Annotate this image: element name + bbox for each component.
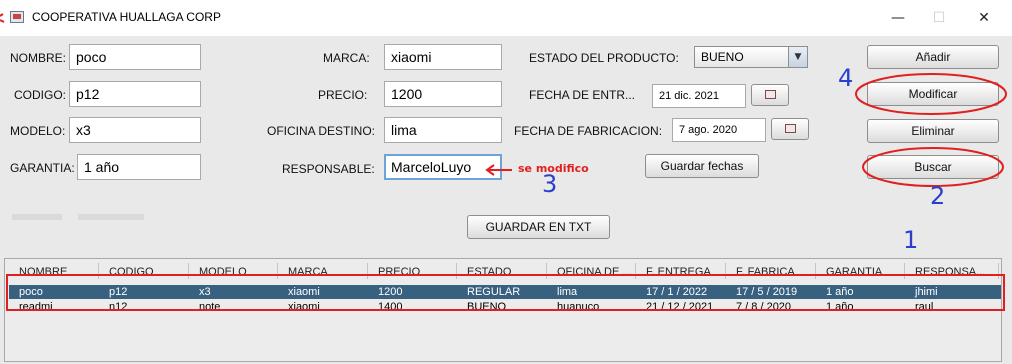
- minimize-icon[interactable]: —: [876, 6, 920, 30]
- table-cell: 17 / 5 / 2019: [736, 286, 798, 298]
- calendar-icon: [765, 90, 776, 99]
- annotation-number-3: 3: [542, 170, 558, 198]
- annotation-number-4: 4: [838, 64, 854, 92]
- oficina-destino-field[interactable]: lima: [384, 117, 502, 143]
- oficina-destino-label: OFICINA DESTINO:: [267, 124, 376, 138]
- estado-label: ESTADO DEL PRODUCTO:: [529, 51, 679, 65]
- fecha-fabricacion-field[interactable]: 7 ago. 2020: [672, 118, 766, 142]
- title-bar: COOPERATIVA HUALLAGA CORP — ☐ ✕: [0, 0, 1012, 36]
- marca-field[interactable]: xiaomi: [384, 44, 502, 70]
- app-window: COOPERATIVA HUALLAGA CORP — ☐ ✕ NOMBRE: …: [0, 0, 1012, 364]
- modificar-button[interactable]: Modificar: [867, 82, 999, 106]
- table-cell: 1 año: [826, 286, 854, 298]
- app-icon: [10, 11, 24, 23]
- nombre-label: NOMBRE:: [10, 51, 67, 65]
- buscar-button[interactable]: Buscar: [867, 155, 999, 179]
- table-cell: huanuco: [557, 301, 600, 313]
- fecha-fabricacion-calendar-button[interactable]: [771, 118, 809, 140]
- guardar-fechas-button[interactable]: Guardar fechas: [645, 154, 759, 178]
- guardar-txt-button[interactable]: GUARDAR EN TXT: [467, 215, 610, 239]
- maximize-icon: ☐: [932, 10, 946, 26]
- responsable-label: RESPONSABLE:: [282, 162, 375, 176]
- table-cell: jhimi: [915, 286, 938, 298]
- nombre-field[interactable]: poco: [69, 44, 201, 70]
- annotation-number-2: 2: [930, 182, 946, 210]
- product-table[interactable]: NOMBRE CODIGO MODELO MARCA PRECIO ESTADO…: [4, 258, 1002, 362]
- table-row[interactable]: poco p12 x3 xiaomi 1200 REGULAR lima 17 …: [9, 285, 1001, 299]
- annotation-number-1: 1: [903, 226, 919, 254]
- anadir-button[interactable]: Añadir: [867, 45, 999, 69]
- table-cell: BUENO: [467, 301, 507, 313]
- table-cell: readmi: [19, 301, 53, 313]
- fecha-fabricacion-label: FECHA DE FABRICACION:: [514, 124, 663, 138]
- garantia-field[interactable]: 1 año: [77, 154, 201, 180]
- table-row[interactable]: readmi n12 note xiaomi 1400 BUENO huanuc…: [9, 300, 1001, 314]
- table-cell: 7 / 8 / 2020: [736, 301, 792, 313]
- window-title: COOPERATIVA HUALLAGA CORP: [32, 10, 221, 24]
- table-cell: 21 / 12 / 2021: [646, 301, 714, 313]
- table-cell: lima: [557, 286, 578, 298]
- modelo-field[interactable]: x3: [69, 117, 201, 143]
- column-header[interactable]: RESPONSA...: [905, 263, 999, 279]
- calendar-icon: [785, 124, 796, 133]
- divider: [78, 214, 144, 220]
- responsable-field[interactable]: MarceloLuyo: [384, 154, 502, 180]
- table-cell: 1400: [378, 301, 403, 313]
- column-header[interactable]: MARCA: [278, 263, 368, 279]
- table-cell: 1 año: [826, 301, 854, 313]
- divider: [12, 214, 62, 220]
- column-header[interactable]: CODIGO: [99, 263, 189, 279]
- table-cell: p12: [109, 286, 128, 298]
- garantia-label: GARANTIA:: [10, 161, 75, 175]
- table-cell: n12: [109, 301, 128, 313]
- table-cell: xiaomi: [288, 286, 320, 298]
- codigo-field[interactable]: p12: [69, 81, 201, 107]
- column-header[interactable]: ESTADO: [457, 263, 547, 279]
- column-header[interactable]: NOMBRE: [9, 263, 99, 279]
- table-cell: note: [199, 301, 221, 313]
- table-cell: raul: [915, 301, 934, 313]
- fecha-entrega-calendar-button[interactable]: [751, 84, 789, 106]
- fecha-entrega-label: FECHA DE ENTR...: [529, 88, 636, 102]
- table-header: NOMBRE CODIGO MODELO MARCA PRECIO ESTADO…: [9, 263, 1001, 279]
- column-header[interactable]: GARANTIA: [816, 263, 905, 279]
- eliminar-button[interactable]: Eliminar: [867, 119, 999, 143]
- codigo-label: CODIGO:: [14, 88, 67, 102]
- column-header[interactable]: OFICINA DE ...: [547, 263, 636, 279]
- estado-selected-value: BUENO: [701, 50, 744, 64]
- chevron-down-icon[interactable]: ▼: [788, 47, 807, 67]
- table-cell: x3: [199, 286, 211, 298]
- column-header[interactable]: F. FABRICA: [726, 263, 816, 279]
- precio-label: PRECIO:: [318, 88, 368, 102]
- close-icon[interactable]: ✕: [962, 6, 1006, 30]
- column-header[interactable]: F. ENTREGA: [636, 263, 726, 279]
- table-cell: 1200: [378, 286, 403, 298]
- column-header[interactable]: MODELO: [189, 263, 278, 279]
- table-cell: REGULAR: [467, 286, 521, 298]
- marca-label: MARCA:: [323, 51, 370, 65]
- table-cell: xiaomi: [288, 301, 320, 313]
- precio-field[interactable]: 1200: [384, 81, 502, 107]
- table-cell: 17 / 1 / 2022: [646, 286, 708, 298]
- estado-select[interactable]: BUENO ▼: [694, 46, 808, 68]
- modelo-label: MODELO:: [10, 124, 66, 138]
- fecha-entrega-field[interactable]: 21 dic. 2021: [652, 84, 746, 108]
- column-header[interactable]: PRECIO: [368, 263, 457, 279]
- table-cell: poco: [19, 286, 43, 298]
